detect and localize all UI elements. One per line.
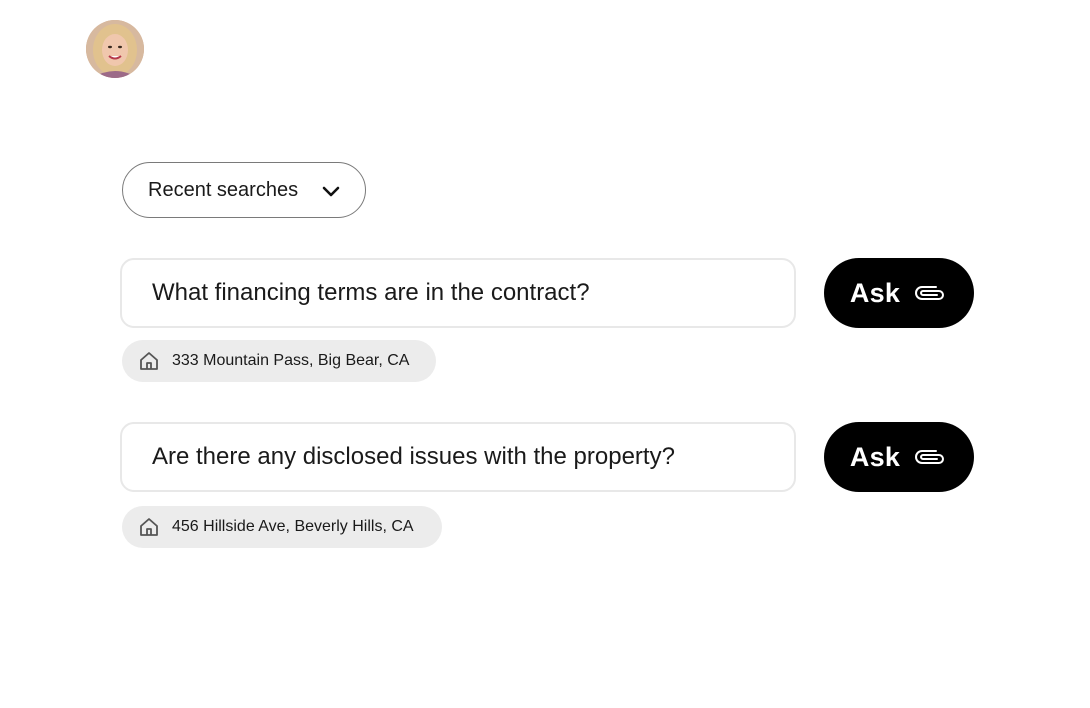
user-avatar[interactable] — [86, 20, 144, 78]
address-chip[interactable]: 333 Mountain Pass, Big Bear, CA — [122, 340, 436, 382]
avatar-photo-icon — [86, 20, 144, 78]
chevron-down-icon — [322, 186, 340, 197]
address-label: 456 Hillside Ave, Beverly Hills, CA — [172, 518, 414, 535]
question-input[interactable]: Are there any disclosed issues with the … — [120, 422, 796, 492]
recent-searches-label: Recent searches — [148, 178, 299, 201]
paperclip-icon — [915, 450, 945, 464]
address-label: 333 Mountain Pass, Big Bear, CA — [172, 352, 410, 369]
page: Recent searches What financing terms are… — [0, 0, 1090, 708]
ask-button-label: Ask — [849, 441, 901, 472]
address-chip[interactable]: 456 Hillside Ave, Beverly Hills, CA — [122, 506, 442, 548]
paperclip-icon — [915, 286, 945, 300]
ask-button[interactable]: Ask — [824, 422, 974, 492]
home-icon — [140, 352, 158, 370]
home-icon — [140, 518, 158, 536]
question-input[interactable]: What financing terms are in the contract… — [120, 258, 796, 328]
question-text: What financing terms are in the contract… — [152, 279, 590, 306]
recent-searches-dropdown[interactable]: Recent searches — [122, 162, 366, 218]
ask-button[interactable]: Ask — [824, 258, 974, 328]
question-text: Are there any disclosed issues with the … — [152, 443, 675, 470]
ask-button-label: Ask — [849, 277, 901, 308]
